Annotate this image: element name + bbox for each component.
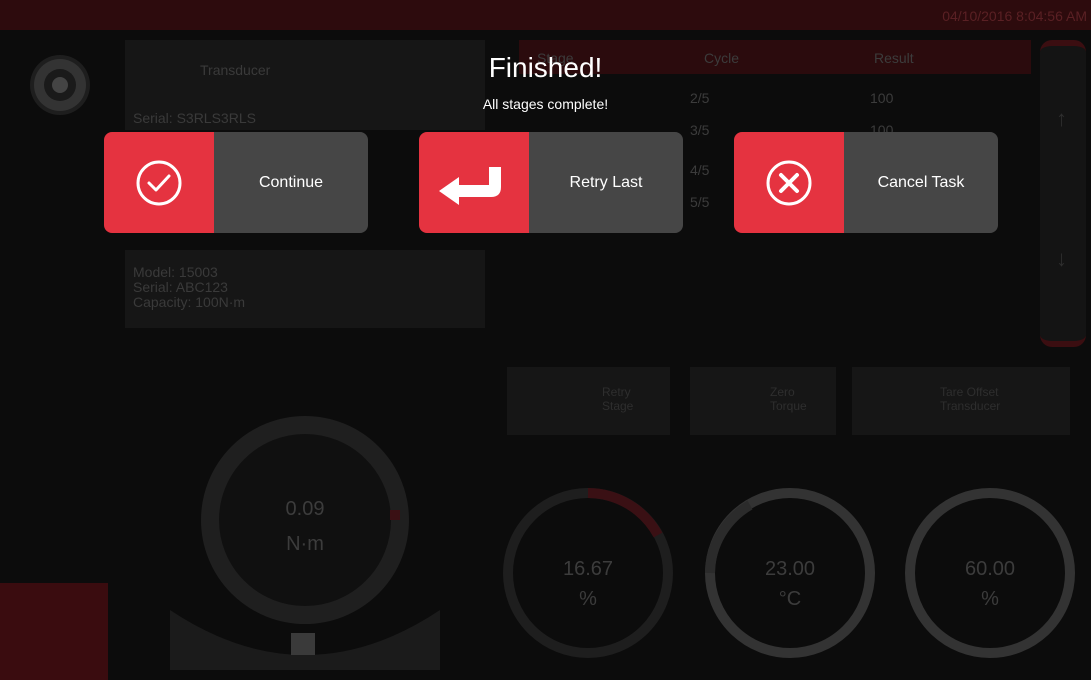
retry-last-button[interactable]: Retry Last: [419, 132, 683, 233]
x-circle-icon: [734, 132, 844, 233]
retry-stage-label: Retry Stage: [602, 385, 634, 413]
continue-button[interactable]: Continue: [104, 132, 368, 233]
dialog-subtitle: All stages complete!: [482, 96, 609, 112]
torque-gauge: [170, 416, 440, 670]
device-capacity: Capacity: 100N·m: [133, 294, 246, 310]
row-3-cycle: 4/5: [690, 162, 710, 178]
datetime: 04/10/2016 8:04:56 AM: [942, 8, 1087, 24]
row-2-cycle: 3/5: [690, 122, 710, 138]
return-arrow-icon: [419, 132, 529, 233]
back-button[interactable]: [0, 583, 108, 680]
check-circle-icon: [104, 132, 214, 233]
device-card: Model: 15003 Serial: ABC123 Capacity: 10…: [125, 250, 485, 328]
stop-button[interactable]: [291, 633, 315, 655]
retry-last-label: Retry Last: [529, 132, 683, 233]
top-bar: 04/10/2016 8:04:56 AM: [0, 0, 1091, 30]
dialog-title: Finished!: [488, 52, 603, 83]
torque-unit: N·m: [286, 533, 324, 555]
tare-offset-label: Tare Offset Transducer: [940, 385, 1001, 413]
humidity-value: 60.00: [964, 558, 1016, 580]
row-4-cycle: 5/5: [690, 194, 710, 210]
temperature-unit: °C: [778, 588, 802, 610]
scroll-down-icon[interactable]: ↓: [1056, 246, 1067, 272]
tare-offset-button[interactable]: Tare Offset Transducer: [852, 367, 1070, 435]
torque-value: 0.09: [285, 498, 325, 520]
transducer-serial: Serial: S3RLS3RLS: [133, 110, 256, 126]
progress-value: 16.67: [562, 558, 614, 580]
zero-torque-button[interactable]: Zero Torque: [690, 367, 836, 435]
progress-unit: %: [579, 588, 597, 610]
continue-label: Continue: [214, 132, 368, 233]
zero-torque-label: Zero Torque: [770, 385, 807, 413]
cancel-task-button[interactable]: Cancel Task: [734, 132, 998, 233]
device-serial: Serial: ABC123: [133, 279, 228, 295]
cancel-task-label: Cancel Task: [844, 132, 998, 233]
device-model: Model: 15003: [133, 264, 218, 280]
humidity-unit: %: [981, 588, 999, 610]
retry-stage-button[interactable]: Retry Stage: [507, 367, 670, 435]
temperature-value: 23.00: [764, 558, 816, 580]
table-scrollbar[interactable]: ↑ ↓: [1040, 40, 1086, 347]
